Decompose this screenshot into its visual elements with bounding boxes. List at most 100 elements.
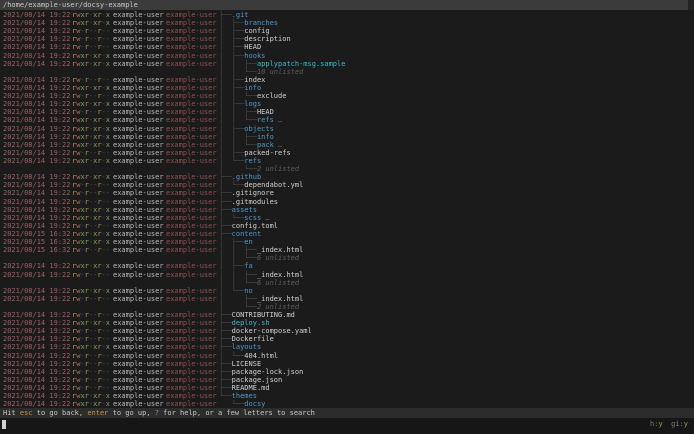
directory-name[interactable]: hooks	[244, 52, 265, 60]
tree-branch-lines: │ ├──	[219, 19, 245, 28]
tree-row[interactable]: 2021/08/14 19:22 rwxr-xr-x example-user exa…	[0, 206, 694, 214]
tree-name-cell: │ └──refs	[219, 157, 694, 165]
tree-row[interactable]: │ │ └──10 unlisted	[0, 68, 694, 76]
owner-cell: example-user	[113, 173, 164, 182]
tree-row[interactable]: 2021/08/14 19:22 rwxr-xr-x example-user exa…	[0, 141, 694, 149]
tree-row[interactable]: 2021/08/14 19:22 rw-r--r-- example-user exa…	[0, 222, 694, 230]
tree-row[interactable]: 2021/08/14 19:22 rwxr-xr-x example-user exa…	[0, 11, 694, 19]
owner-cell: example-user	[113, 221, 164, 230]
directory-name[interactable]: content	[232, 230, 262, 238]
tree-row[interactable]: 2021/08/14 19:22 rw-r--r-- example-user exa…	[0, 311, 694, 319]
directory-name[interactable]: .github	[232, 173, 262, 181]
tree-row[interactable]: 2021/08/14 19:22 rwxr-xr-x example-user exa…	[0, 319, 694, 327]
tree-row[interactable]: 2021/08/14 19:22 rw-r--r-- example-user exa…	[0, 108, 694, 116]
tree-row[interactable]: 2021/08/14 19:22 rw-r--r-- example-user exa…	[0, 360, 694, 368]
file-name[interactable]: package-lock.json	[232, 368, 304, 376]
tree-row[interactable]: 2021/08/14 19:22 rwxr-xr-x example-user exa…	[0, 343, 694, 351]
directory-name[interactable]: fa	[244, 262, 252, 270]
file-name[interactable]: package.json	[232, 376, 283, 384]
directory-name[interactable]: objects	[244, 125, 274, 133]
tree-name-cell: ├──package.json	[219, 376, 694, 384]
tree-row[interactable]: 2021/08/14 19:22 rwxr-xr-x example-user exa…	[0, 157, 694, 165]
tree-row[interactable]: 2021/08/14 19:22 rwxr-xr-x example-user exa…	[0, 133, 694, 141]
permissions-cell: rwxr-xr-x	[72, 141, 113, 149]
tree-row[interactable]: 2021/08/14 19:22 rwxr-xr-x example-user exa…	[0, 392, 694, 400]
file-name[interactable]: index	[244, 76, 265, 84]
tree-row[interactable]: 2021/08/14 19:22 rw-r--r-- example-user exa…	[0, 376, 694, 384]
directory-name[interactable]: no	[244, 287, 252, 295]
file-name[interactable]: HEAD	[244, 43, 261, 51]
help-text: to go up,	[108, 409, 155, 418]
tree-row[interactable]: 2021/08/14 19:22 rw-r--r-- example-user exa…	[0, 198, 694, 206]
tree-row[interactable]: 2021/08/14 19:22 rw-r--r-- example-user exa…	[0, 352, 694, 360]
tree-row[interactable]: 2021/08/14 19:22 rw-r--r-- example-user exa…	[0, 327, 694, 335]
directory-name[interactable]: refs	[244, 157, 261, 165]
directory-name[interactable]: layouts	[232, 343, 262, 351]
tree-row[interactable]: 2021/08/14 19:22 rw-r--r-- example-user exa…	[0, 189, 694, 197]
directory-name[interactable]: themes	[232, 392, 257, 400]
directory-name[interactable]: en	[244, 238, 252, 246]
file-name[interactable]: .gitmodules	[232, 198, 278, 206]
file-name[interactable]: packed-refs	[244, 149, 290, 157]
tree-row[interactable]: 2021/08/14 19:22 rw-r--r-- example-user exa…	[0, 35, 694, 43]
directory-name[interactable]: pack	[257, 141, 274, 149]
file-name[interactable]: README.md	[232, 384, 270, 392]
group-cell: example-user	[166, 197, 217, 206]
directory-name[interactable]: scss	[244, 214, 261, 222]
tree-row[interactable]: 2021/08/14 19:22 rw-r--r-- example-user exa…	[0, 181, 694, 189]
executable-name[interactable]: applypatch-msg.sample	[257, 60, 346, 68]
perm-char: x	[105, 11, 110, 19]
tree-row[interactable]: 2021/08/14 19:22 rwxr-xr-x example-user exa…	[0, 400, 694, 408]
tree-row[interactable]: 2021/08/14 19:22 rw-r--r-- example-user exa…	[0, 384, 694, 392]
tree-row[interactable]: 2021/08/15 16:32 rwxr-xr-x example-user exa…	[0, 238, 694, 246]
tree-row[interactable]: 2021/08/14 19:22 rw-r--r-- example-user exa…	[0, 149, 694, 157]
tree-row[interactable]: 2021/08/15 16:32 rw-r--r-- example-user exa…	[0, 246, 694, 254]
tree-row[interactable]: │ └──2 unlisted	[0, 165, 694, 173]
tree-row[interactable]: 2021/08/14 19:22 rwxr-xr-x example-user exa…	[0, 19, 694, 27]
tree-name-cell: └──docsy	[219, 400, 694, 408]
directory-name[interactable]: docsy	[244, 400, 265, 408]
tree-row[interactable]: 2021/08/14 19:22 rwxr-xr-x example-user exa…	[0, 100, 694, 108]
tree-row[interactable]: 2021/08/14 19:22 rwxr-xr-x example-user exa…	[0, 125, 694, 133]
tree-row[interactable]: 2021/08/14 19:22 rw-r--r-- example-user exa…	[0, 335, 694, 343]
date-cell: 2021/08/14 19:22	[3, 270, 71, 279]
directory-name[interactable]: branches	[244, 19, 278, 27]
directory-name[interactable]: info	[244, 84, 261, 92]
directory-name[interactable]: assets	[232, 206, 257, 214]
tree-row[interactable]: 2021/08/14 19:22 rwxr-xr-x example-user exa…	[0, 173, 694, 181]
file-name[interactable]: _index.html	[257, 295, 303, 303]
search-input[interactable]: h:y gi:y	[0, 417, 694, 434]
tree-row[interactable]: 2021/08/14 19:22 rwxr-xr-x example-user exa…	[0, 116, 694, 124]
file-name[interactable]: exclude	[257, 92, 287, 100]
file-name[interactable]: .gitignore	[232, 189, 274, 197]
tree-row[interactable]: 2021/08/14 19:22 rwxr-xr-x example-user exa…	[0, 52, 694, 60]
tree-row[interactable]: 2021/08/14 19:22 rwxr-xr-x example-user exa…	[0, 84, 694, 92]
file-name[interactable]: LICENSE	[232, 360, 262, 368]
tree-row[interactable]: 2021/08/14 19:22 rw-r--r-- example-user exa…	[0, 295, 694, 303]
tree-row[interactable]: │ └──2 unlisted	[0, 303, 694, 311]
tree-row[interactable]: 2021/08/15 16:32 rwxr-xr-x example-user exa…	[0, 230, 694, 238]
tree-row[interactable]: │ │ └──6 unlisted	[0, 254, 694, 262]
tree-row[interactable]: 2021/08/14 19:22 rw-r--r-- example-user exa…	[0, 27, 694, 35]
tree-row[interactable]: 2021/08/14 19:22 rwxr-xr-x example-user exa…	[0, 60, 694, 68]
directory-name[interactable]: info	[257, 133, 274, 141]
executable-name[interactable]: deploy.sh	[232, 319, 270, 327]
tree-row[interactable]: 2021/08/14 19:22 rwxr-xr-x example-user exa…	[0, 262, 694, 270]
tree-row[interactable]: │ │ └──6 unlisted	[0, 279, 694, 287]
tree-row[interactable]: 2021/08/14 19:22 rw-r--r-- example-user exa…	[0, 76, 694, 84]
file-name[interactable]: config.toml	[232, 222, 278, 230]
tree-row[interactable]: 2021/08/14 19:22 rwxr-xr-x example-user exa…	[0, 287, 694, 295]
tree-row[interactable]: 2021/08/14 19:22 rwxr-xr-x example-user exa…	[0, 214, 694, 222]
file-name[interactable]: _index.html	[257, 271, 303, 279]
tree-row[interactable]: 2021/08/14 19:22 rw-r--r-- example-user exa…	[0, 368, 694, 376]
directory-name[interactable]: logs	[244, 100, 261, 108]
directory-name[interactable]: .git	[232, 11, 249, 19]
tree-row[interactable]: 2021/08/14 19:22 rw-r--r-- example-user exa…	[0, 92, 694, 100]
date-cell: 2021/08/14 19:22	[3, 19, 71, 28]
file-name[interactable]: CONTRIBUTING.md	[232, 311, 295, 319]
file-name[interactable]: 404.html	[244, 352, 278, 360]
tree-row[interactable]: 2021/08/14 19:22 rw-r--r-- example-user exa…	[0, 43, 694, 51]
directory-name[interactable]: refs	[257, 116, 274, 124]
file-name[interactable]: _index.html	[257, 246, 303, 254]
tree-row[interactable]: 2021/08/14 19:22 rw-r--r-- example-user exa…	[0, 271, 694, 279]
